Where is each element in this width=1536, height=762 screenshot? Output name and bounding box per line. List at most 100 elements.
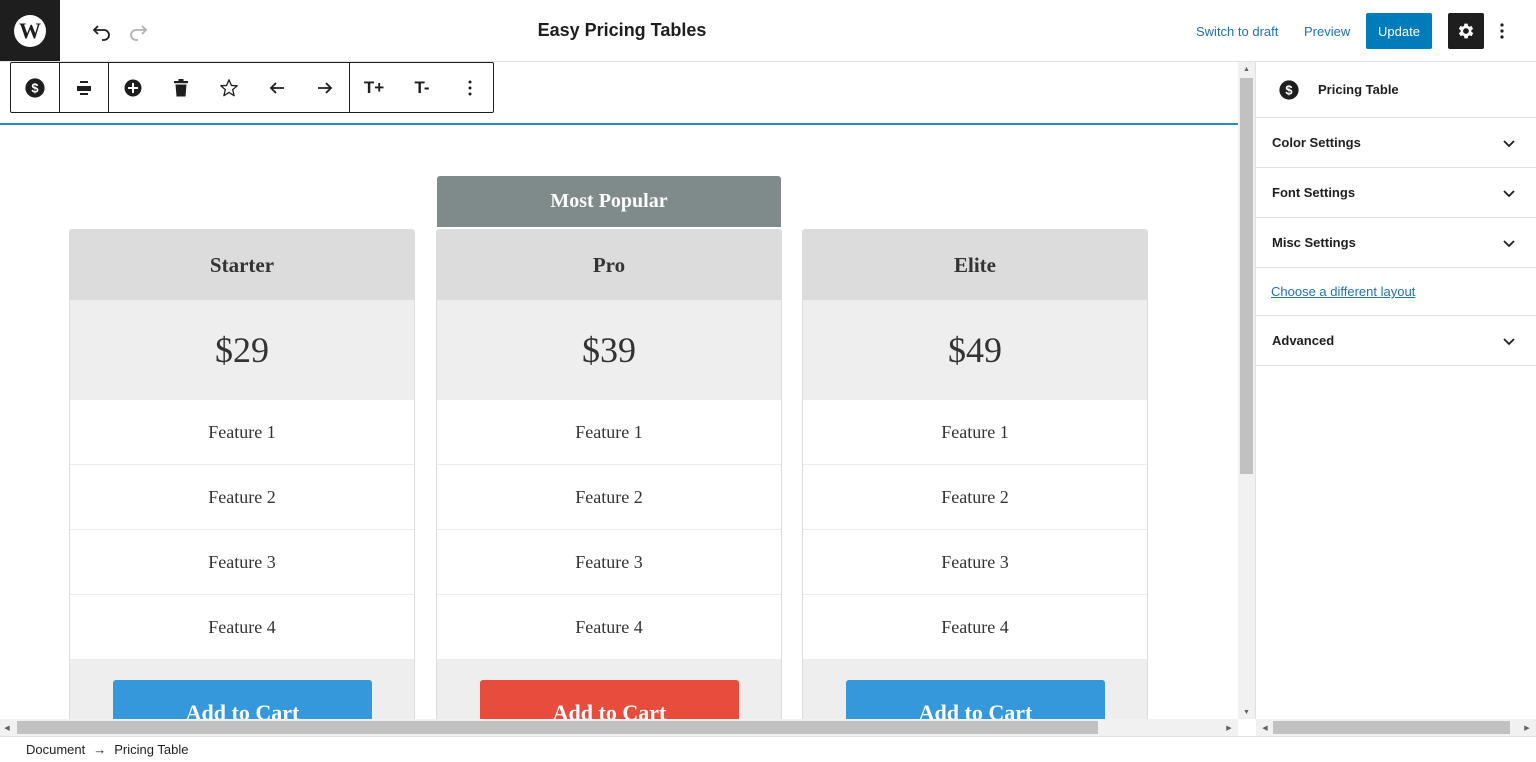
breadcrumb-pricing-table[interactable]: Pricing Table — [114, 742, 188, 757]
canvas-vertical-scrollbar[interactable]: ▲ ▼ — [1238, 62, 1255, 719]
text-size-group: T+ T- — [350, 63, 494, 112]
panel-color-settings[interactable]: Color Settings — [1256, 118, 1536, 168]
panel-font-settings[interactable]: Font Settings — [1256, 168, 1536, 218]
block-card: $ Pricing Table — [1256, 62, 1536, 118]
column-actions-group — [109, 63, 350, 112]
plan-feature: Feature 3 — [803, 530, 1147, 595]
plan-price: $29 — [70, 300, 414, 400]
chevron-down-icon — [1503, 337, 1515, 345]
sidebar-horizontal-scrollbar[interactable]: ◀ ▶ — [1256, 719, 1536, 736]
add-circle-icon — [124, 79, 142, 96]
update-button[interactable]: Update — [1366, 13, 1432, 49]
align-button[interactable] — [60, 63, 108, 112]
svg-text:$: $ — [31, 80, 38, 95]
layout-link-row: Choose a different layout — [1256, 268, 1536, 316]
block-type-button[interactable]: $ — [11, 63, 59, 112]
add-to-cart-button[interactable]: Add to Cart — [846, 680, 1105, 723]
align-icon — [77, 80, 91, 95]
plan-column-elite[interactable]: Elite $49 Feature 1 Feature 2 Feature 3 … — [802, 229, 1148, 724]
delete-column-button[interactable] — [157, 63, 205, 112]
chevron-down-icon — [1503, 239, 1515, 247]
plan-column-pro[interactable]: Pro $39 Feature 1 Feature 2 Feature 3 Fe… — [436, 229, 782, 724]
plan-feature: Feature 2 — [437, 465, 781, 530]
scroll-right-icon[interactable]: ▶ — [1520, 719, 1534, 736]
choose-layout-link[interactable]: Choose a different layout — [1271, 284, 1415, 299]
panel-title: Font Settings — [1272, 185, 1356, 200]
gear-icon — [1458, 23, 1474, 39]
block-type-group: $ — [11, 63, 60, 112]
more-vertical-icon — [468, 80, 472, 95]
block-card-title: Pricing Table — [1318, 82, 1399, 97]
align-group — [60, 63, 109, 112]
scroll-up-icon[interactable]: ▲ — [1238, 62, 1255, 76]
plan-name: Pro — [437, 230, 781, 300]
text-increase-icon: T+ — [363, 77, 385, 97]
block-breadcrumb: Document → Pricing Table — [0, 736, 1536, 762]
text-increase-button[interactable]: T+ — [350, 63, 398, 112]
text-decrease-button[interactable]: T- — [398, 63, 446, 112]
plan-feature: Feature 2 — [803, 465, 1147, 530]
plan-column-starter[interactable]: Starter $29 Feature 1 Feature 2 Feature … — [69, 229, 415, 724]
plan-feature: Feature 4 — [437, 595, 781, 660]
plan-name: Elite — [803, 230, 1147, 300]
scroll-down-icon[interactable]: ▼ — [1238, 705, 1255, 719]
breadcrumb-document[interactable]: Document — [26, 742, 85, 757]
scroll-right-icon[interactable]: ▶ — [1222, 719, 1236, 736]
block-more-options-button[interactable] — [446, 63, 494, 112]
more-vertical-icon — [1500, 23, 1504, 39]
preview-button[interactable]: Preview — [1304, 24, 1350, 39]
star-icon — [220, 78, 238, 96]
plan-feature: Feature 1 — [803, 400, 1147, 465]
plan-feature: Feature 1 — [70, 400, 414, 465]
add-column-button[interactable] — [109, 63, 157, 112]
plan-feature: Feature 1 — [437, 400, 781, 465]
block-toolbar: $ T+ T- — [10, 62, 494, 113]
settings-button[interactable] — [1448, 13, 1484, 49]
breadcrumb-separator: → — [93, 742, 107, 757]
add-to-cart-button[interactable]: Add to Cart — [480, 680, 739, 723]
add-to-cart-button[interactable]: Add to Cart — [113, 680, 372, 723]
dollar-icon: $ — [25, 77, 45, 98]
dollar-icon: $ — [1279, 79, 1299, 100]
arrow-left-icon — [269, 81, 284, 94]
plan-feature: Feature 4 — [803, 595, 1147, 660]
document-title[interactable]: Easy Pricing Tables — [538, 20, 707, 41]
move-right-button[interactable] — [301, 63, 349, 112]
arrow-right-icon — [318, 81, 333, 94]
more-options-button[interactable] — [1492, 19, 1512, 43]
chevron-down-icon — [1503, 189, 1515, 197]
plan-name: Starter — [70, 230, 414, 300]
plan-footer: Add to Cart — [70, 660, 414, 723]
panel-misc-settings[interactable]: Misc Settings — [1256, 218, 1536, 268]
switch-to-draft-button[interactable]: Switch to draft — [1196, 24, 1278, 39]
scroll-left-icon[interactable]: ◀ — [1258, 719, 1272, 736]
scrollbar-thumb[interactable] — [1240, 78, 1253, 474]
plan-footer: Add to Cart — [803, 660, 1147, 723]
plan-feature: Feature 4 — [70, 595, 414, 660]
settings-sidebar: $ Pricing Table Color Settings Font Sett… — [1255, 62, 1536, 719]
move-left-button[interactable] — [253, 63, 301, 112]
trash-icon — [174, 78, 188, 96]
svg-text:$: $ — [1285, 82, 1292, 97]
block-selection-line — [0, 123, 1238, 125]
plan-price: $49 — [803, 300, 1147, 400]
featured-column-button[interactable] — [205, 63, 253, 112]
plan-price: $39 — [437, 300, 781, 400]
plan-footer: Add to Cart — [437, 660, 781, 723]
plan-feature: Feature 2 — [70, 465, 414, 530]
panel-title: Color Settings — [1272, 135, 1361, 150]
panel-title: Misc Settings — [1272, 235, 1356, 250]
plan-feature: Feature 3 — [70, 530, 414, 595]
panel-advanced[interactable]: Advanced — [1256, 316, 1536, 366]
document-title-wrap: Easy Pricing Tables — [0, 20, 1244, 41]
scroll-left-icon[interactable]: ◀ — [0, 719, 14, 736]
canvas-horizontal-scrollbar[interactable]: ◀ ▶ — [0, 719, 1238, 736]
panel-title: Advanced — [1272, 333, 1335, 348]
text-decrease-icon: T- — [414, 77, 430, 97]
editor-header: W Easy Pricing Tables Switch to draft Pr… — [0, 0, 1536, 62]
scrollbar-thumb[interactable] — [17, 721, 1098, 734]
chevron-down-icon — [1503, 139, 1515, 147]
plan-feature: Feature 3 — [437, 530, 781, 595]
scrollbar-thumb[interactable] — [1273, 721, 1510, 734]
most-popular-badge: Most Popular — [437, 176, 781, 227]
